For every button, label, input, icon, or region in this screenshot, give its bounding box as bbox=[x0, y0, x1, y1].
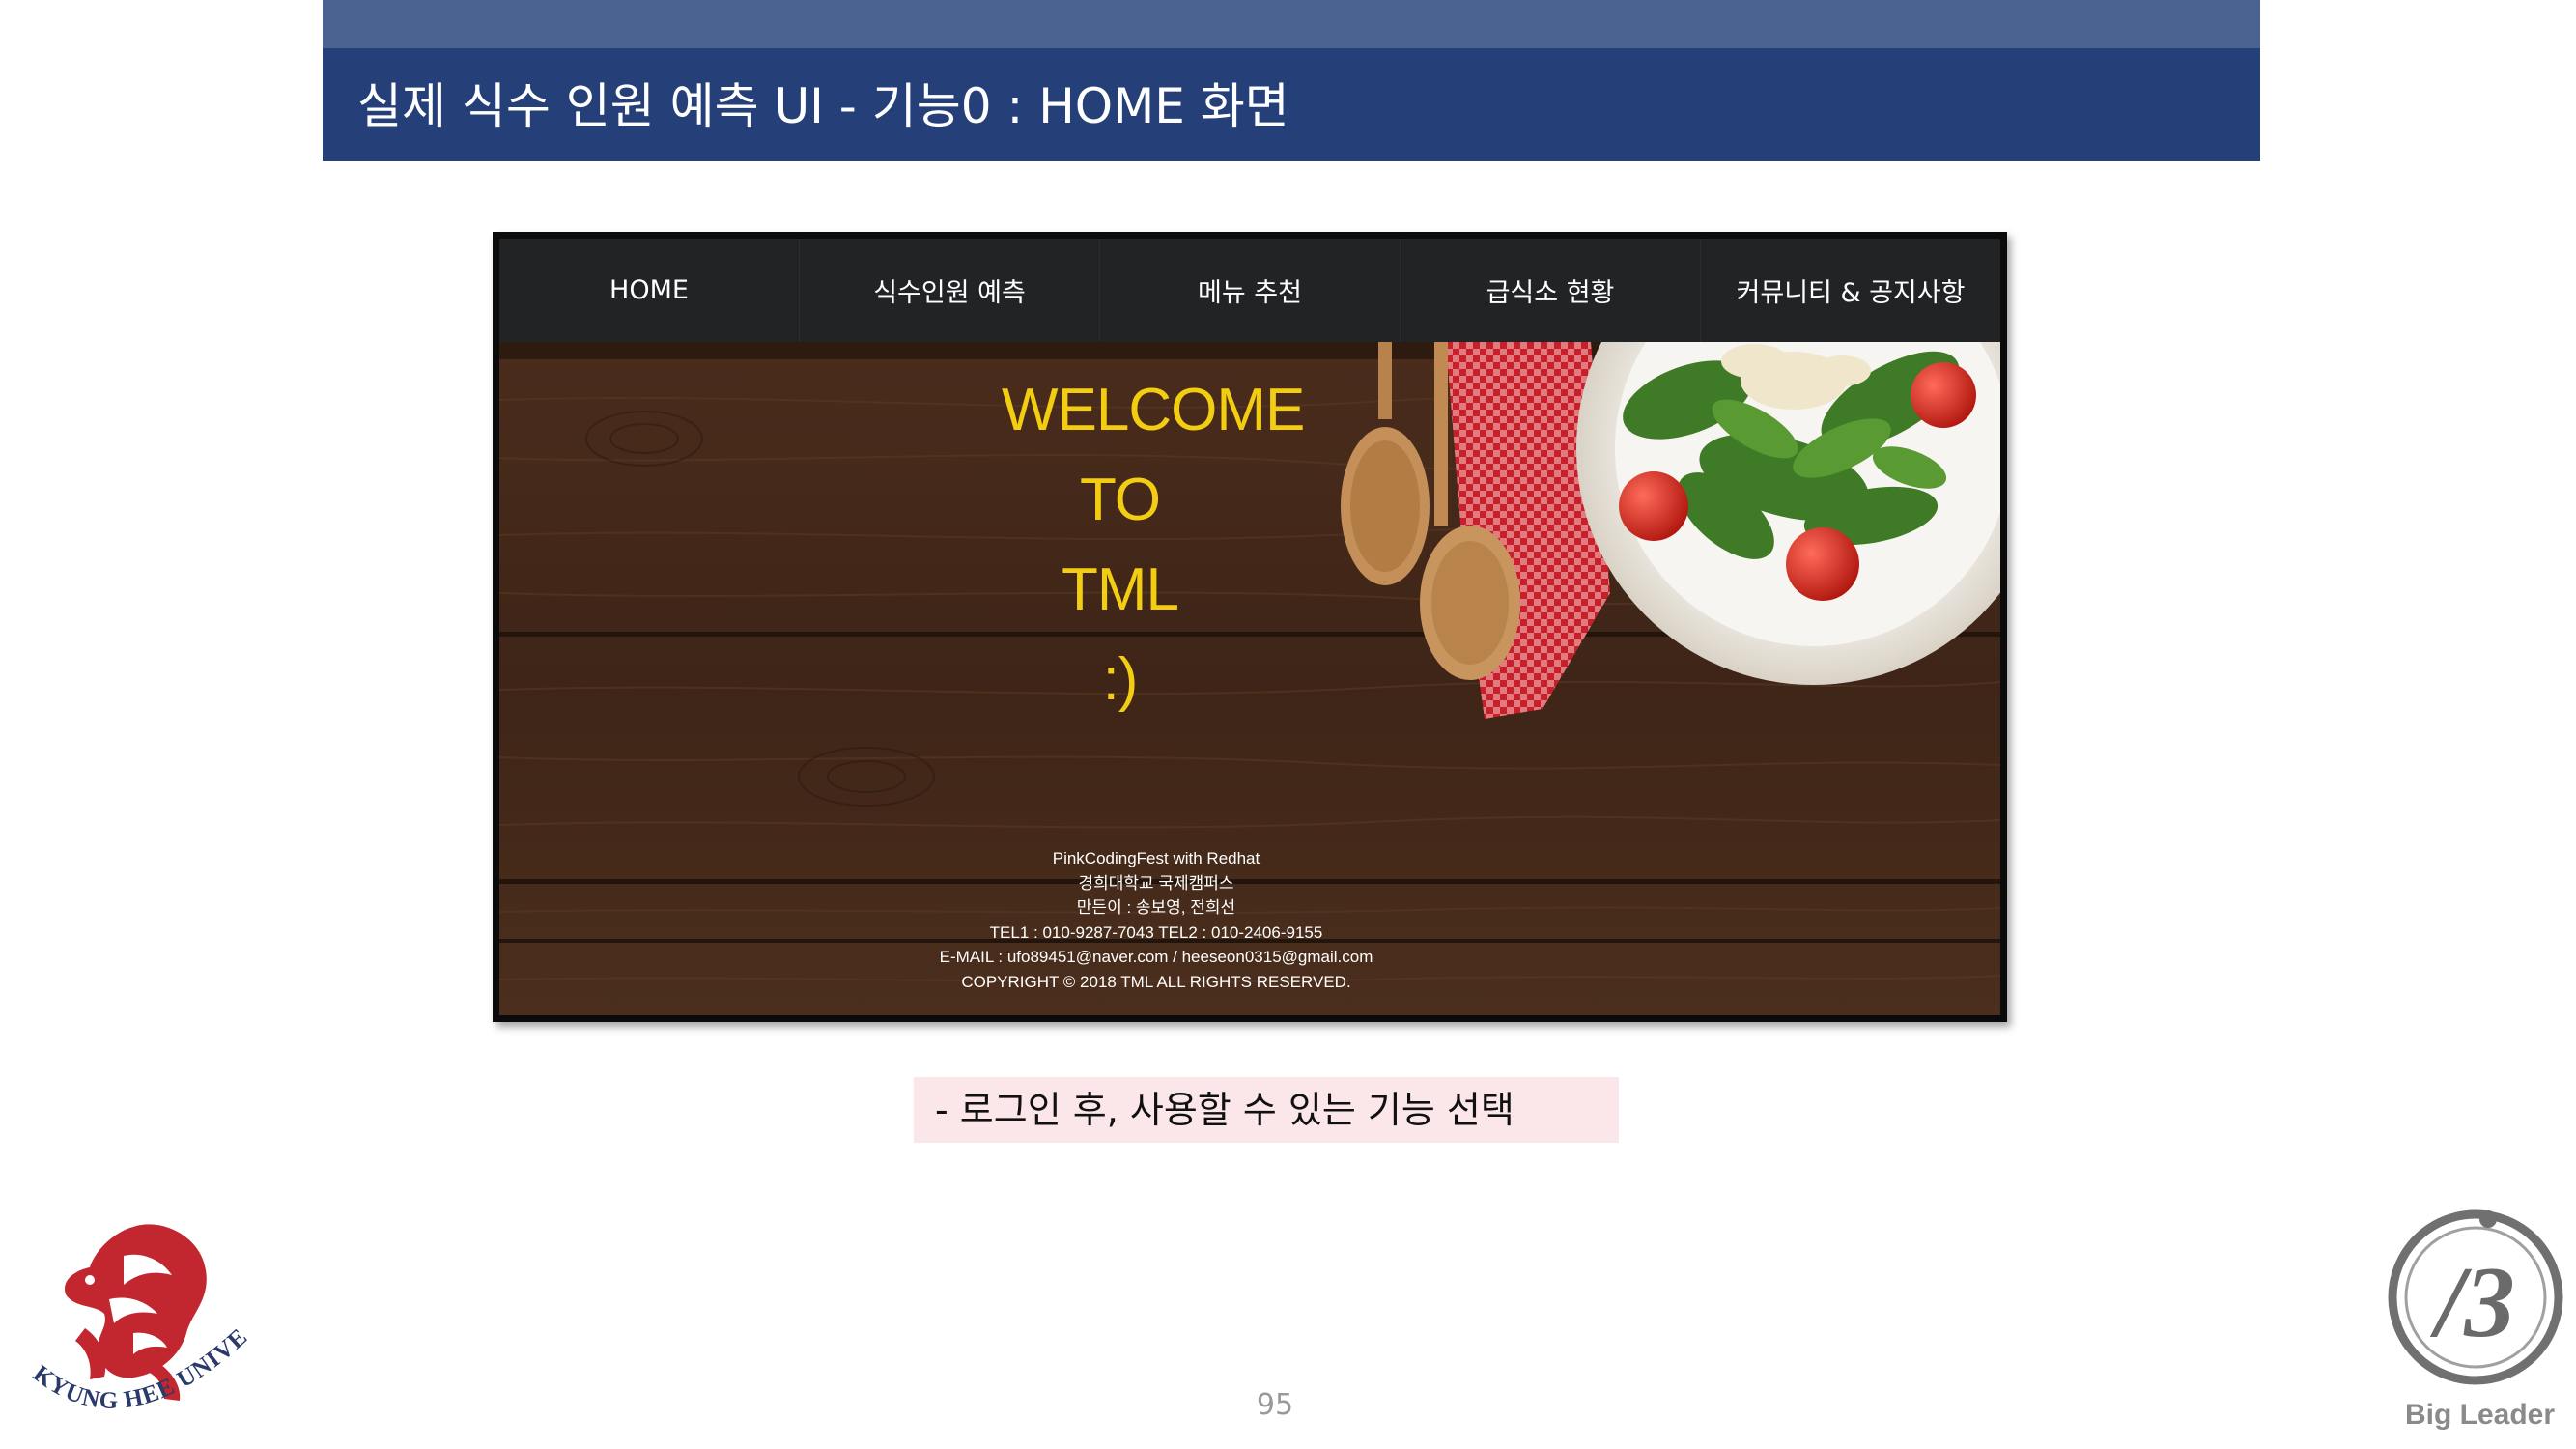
hero-banner: WELCOME TO TML :) PinkCodingFest with Re… bbox=[499, 342, 2000, 1015]
welcome-line: TO bbox=[1080, 467, 1161, 533]
nav-item-home[interactable]: HOME bbox=[499, 239, 799, 342]
site-nav-bar: HOME 식수인원 예측 메뉴 추천 급식소 현황 커뮤니티 & 공지사항 bbox=[499, 239, 2000, 342]
footer-line: 만든이 : 송보영, 전희선 bbox=[1076, 898, 1236, 917]
nav-item-meal-prediction[interactable]: 식수인원 예측 bbox=[799, 239, 1099, 342]
big-leader-logo: /3 bbox=[2388, 1209, 2563, 1385]
welcome-line: :) bbox=[1102, 646, 1139, 713]
kyung-hee-lion-logo: KYUNG HEE UNIVERSITY bbox=[17, 1217, 249, 1414]
footer-line: E-MAIL : ufo89451@naver.com / heeseon031… bbox=[939, 948, 1373, 966]
nav-item-cafeteria-status[interactable]: 급식소 현황 bbox=[1400, 239, 1700, 342]
site-footer-info: PinkCodingFest with Redhat 경희대학교 국제캠퍼스 만… bbox=[760, 846, 1552, 994]
caption-text: - 로그인 후, 사용할 수 있는 기능 선택 bbox=[935, 1089, 1514, 1131]
website-screenshot: HOME 식수인원 예측 메뉴 추천 급식소 현황 커뮤니티 & 공지사항 WE… bbox=[493, 232, 2007, 1022]
welcome-message: WELCOME TO TML :) bbox=[1002, 365, 1305, 724]
nav-item-community-notice[interactable]: 커뮤니티 & 공지사항 bbox=[1700, 239, 2000, 342]
slide-caption: - 로그인 후, 사용할 수 있는 기능 선택 bbox=[914, 1077, 1619, 1143]
nav-item-menu-recommendation[interactable]: 메뉴 추천 bbox=[1099, 239, 1400, 342]
welcome-line: TML bbox=[1062, 556, 1179, 623]
footer-line: COPYRIGHT © 2018 TML ALL RIGHTS RESERVED… bbox=[961, 972, 1351, 991]
page-number: 95 bbox=[1256, 1388, 1294, 1422]
footer-line: PinkCodingFest with Redhat bbox=[1052, 849, 1260, 867]
slide-header: 실제 식수 인원 예측 UI - 기능0 : HOME 화면 bbox=[323, 48, 2260, 161]
header-top-band bbox=[323, 0, 2260, 48]
svg-text:/3: /3 bbox=[2429, 1245, 2515, 1358]
welcome-line: WELCOME bbox=[1002, 377, 1305, 443]
big-leader-logo-text: Big Leader bbox=[2405, 1399, 2556, 1431]
footer-line: TEL1 : 010-9287-7043 TEL2 : 010-2406-915… bbox=[989, 923, 1323, 942]
footer-line: 경희대학교 국제캠퍼스 bbox=[1078, 873, 1234, 893]
slide-title: 실제 식수 인원 예측 UI - 기능0 : HOME 화면 bbox=[357, 78, 1289, 134]
